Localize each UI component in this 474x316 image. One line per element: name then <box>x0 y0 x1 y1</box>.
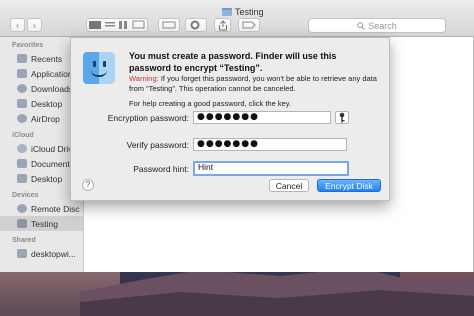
help-button[interactable]: ? <box>82 179 94 191</box>
arrange-icon <box>162 21 176 29</box>
password-hint-label: Password hint: <box>133 164 189 174</box>
sidebar-item-testing[interactable]: Testing <box>0 216 83 231</box>
finder-smile <box>91 70 107 77</box>
airdrop-icon <box>17 114 27 123</box>
forward-button[interactable]: › <box>27 18 42 32</box>
tags-button[interactable] <box>238 18 260 32</box>
arrange-button[interactable] <box>158 18 180 32</box>
back-icon: ‹ <box>16 20 19 30</box>
password-assistant-button[interactable] <box>335 111 349 124</box>
search-placeholder: Search <box>368 20 397 31</box>
search-field[interactable]: Search <box>308 18 446 33</box>
folder-icon <box>222 8 232 16</box>
warning-label: Warning: <box>129 74 159 83</box>
key-icon <box>339 112 345 123</box>
encryption-password-label: Encryption password: <box>107 113 189 123</box>
tag-icon <box>242 21 256 29</box>
encryption-password-field[interactable]: ●●●●●●● <box>193 111 331 124</box>
search-icon <box>357 21 366 30</box>
window-title: Testing <box>222 7 264 17</box>
view-mode-segmented[interactable] <box>86 18 148 32</box>
forward-icon: › <box>33 20 36 30</box>
window-title-text: Testing <box>235 7 264 17</box>
sidebar-item-remote-disc[interactable]: Remote Disc <box>0 201 83 216</box>
cloud-icon <box>17 144 27 153</box>
sidebar-item-label: Downloads <box>31 83 74 94</box>
downloads-icon <box>17 84 27 93</box>
encrypt-disk-button[interactable]: Encrypt Disk <box>317 179 381 192</box>
back-button[interactable]: ‹ <box>10 18 25 32</box>
recents-icon <box>17 54 27 63</box>
dialog-help-text: For help creating a good password, click… <box>129 99 292 108</box>
sidebar-item-label: Documents <box>31 158 74 169</box>
applications-icon <box>17 69 27 78</box>
desktop-icon <box>17 174 27 183</box>
finder-eye <box>103 61 106 67</box>
drive-icon <box>17 219 27 228</box>
warning-text: If you forget this password, you won't b… <box>129 74 377 93</box>
finder-icon <box>83 52 115 84</box>
verify-password-field[interactable]: ●●●●●●● <box>193 138 347 151</box>
sidebar-item-label: Desktop <box>31 173 63 184</box>
document-icon <box>17 159 27 168</box>
sidebar-item-label: Desktop <box>31 98 63 109</box>
encrypt-password-sheet: You must create a password. Finder will … <box>70 37 390 201</box>
sidebar-item-label: Testing <box>31 218 58 229</box>
action-button[interactable] <box>185 18 207 32</box>
computer-icon <box>17 249 27 258</box>
password-hint-field[interactable]: Hint <box>193 161 349 176</box>
title-bar: Testing ‹ › Search <box>0 0 474 37</box>
verify-password-label: Verify password: <box>126 140 189 150</box>
sidebar-item-shared-computer[interactable]: desktopwi... <box>0 246 83 261</box>
dialog-warning: Warning: If you forget this password, yo… <box>129 74 379 94</box>
view-mode-icons <box>89 20 145 29</box>
sidebar-item-label: Recents <box>31 53 63 64</box>
sidebar-item-label: Remote Disc <box>31 203 80 214</box>
disc-icon <box>17 204 27 213</box>
finder-eye <box>93 61 96 67</box>
gear-icon <box>190 20 200 30</box>
dialog-title: You must create a password. Finder will … <box>129 51 337 73</box>
share-button[interactable] <box>214 18 231 32</box>
sidebar-item-label: desktopwi... <box>31 248 76 259</box>
desktop-icon <box>17 99 27 108</box>
sidebar-item-label: AirDrop <box>31 113 60 124</box>
sidebar-section-shared: Shared <box>12 237 36 244</box>
share-icon <box>218 19 227 30</box>
cancel-button[interactable]: Cancel <box>269 179 309 192</box>
